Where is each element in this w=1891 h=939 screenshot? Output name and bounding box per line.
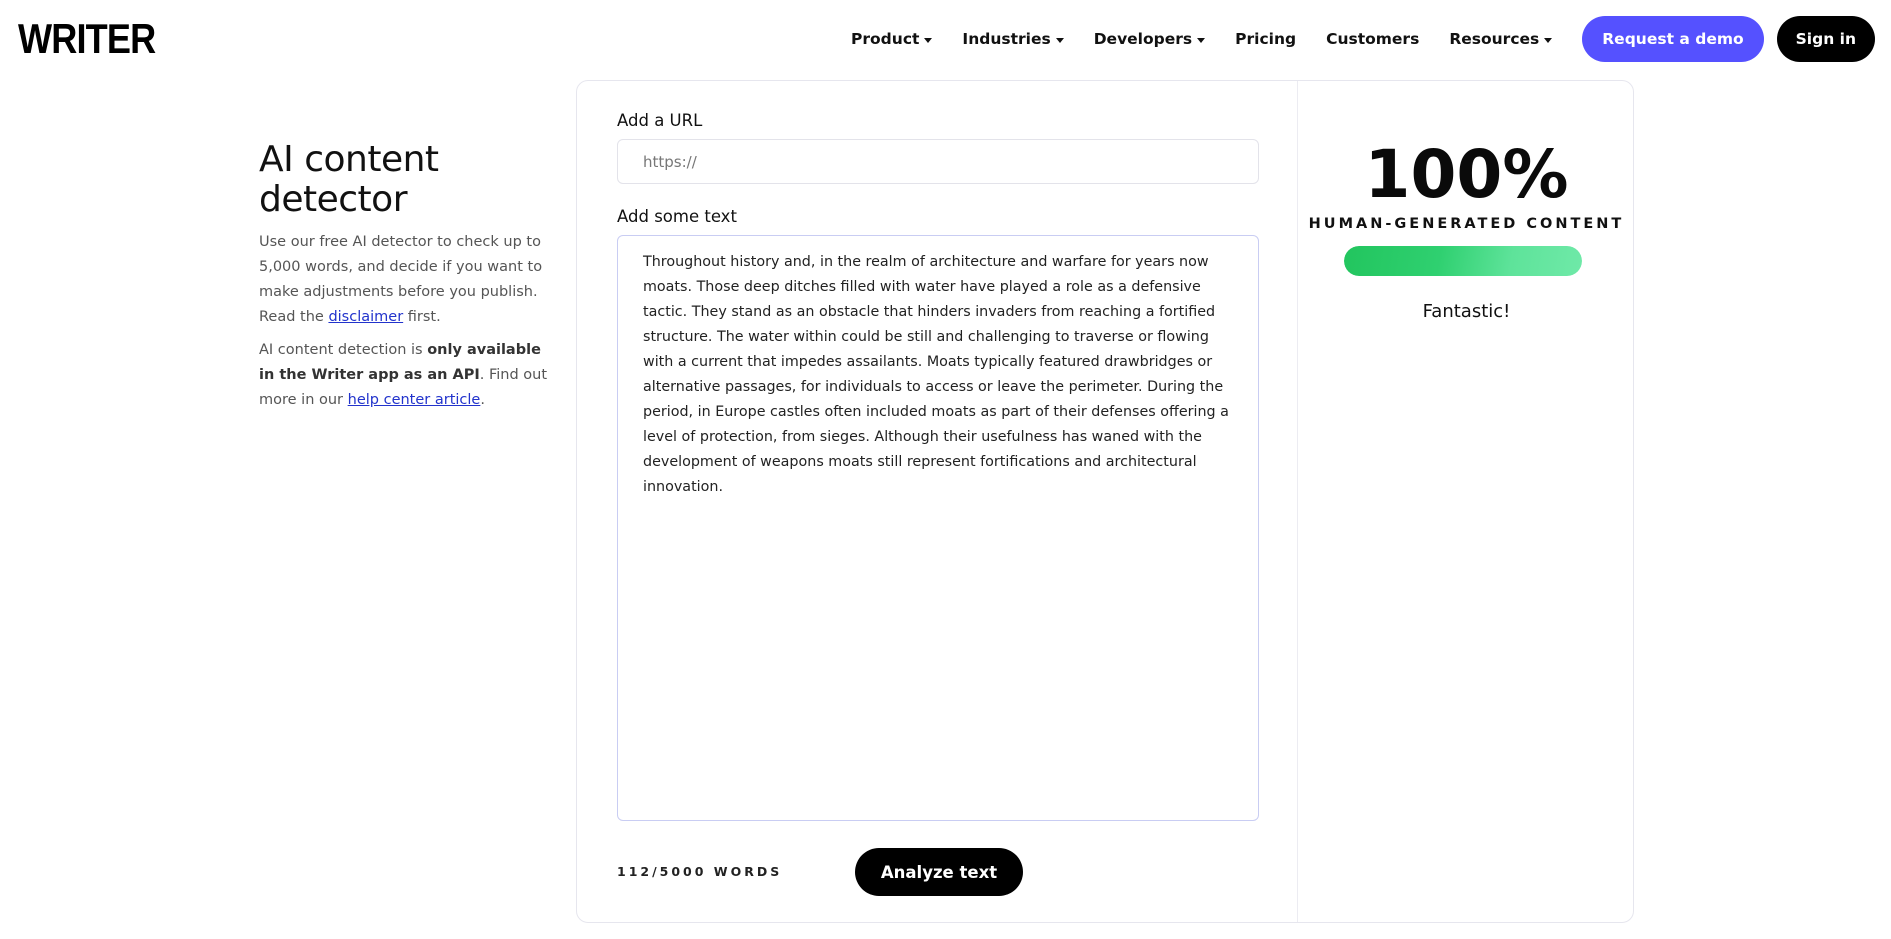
nav-developers-label: Developers — [1093, 30, 1193, 48]
nav-product-label: Product — [851, 30, 920, 48]
request-demo-button[interactable]: Request a demo — [1582, 16, 1764, 62]
nav-customers-label: Customers — [1326, 30, 1420, 48]
nav-developers[interactable]: Developers — [1093, 30, 1206, 48]
intro-text: first. — [403, 309, 441, 325]
score-bar-fill — [1344, 246, 1582, 276]
content-textarea[interactable] — [617, 235, 1259, 821]
writer-logo[interactable]: WRITER — [18, 16, 156, 62]
site-header: WRITER Product Industries Developers Pri… — [0, 0, 1891, 78]
disclaimer-link[interactable]: disclaimer — [328, 309, 403, 325]
url-label: Add a URL — [617, 111, 703, 130]
nav-customers[interactable]: Customers — [1326, 30, 1419, 48]
nav-industries[interactable]: Industries — [962, 30, 1064, 48]
intro-api-note: AI content detection is only available i… — [259, 338, 549, 413]
page-title: AI content detector — [259, 139, 439, 220]
score-percent: 100% — [1364, 136, 1569, 213]
score-label: HUMAN-GENERATED CONTENT — [1308, 216, 1625, 232]
intro-description: Use our free AI detector to check up to … — [259, 230, 549, 330]
intro-text: AI content detection is — [259, 342, 428, 358]
intro-section: AI content detector Use our free AI dete… — [259, 140, 549, 413]
nav-resources-label: Resources — [1449, 30, 1540, 48]
nav-industries-label: Industries — [962, 30, 1051, 48]
word-count: 112/5000 WORDS — [617, 864, 783, 879]
intro-text: . — [480, 392, 485, 408]
text-label: Add some text — [617, 207, 737, 226]
caret-down-icon — [1197, 37, 1206, 43]
result-panel: 100% HUMAN-GENERATED CONTENT Fantastic! — [1298, 81, 1635, 922]
nav-product[interactable]: Product — [851, 30, 933, 48]
caret-down-icon — [1055, 37, 1064, 43]
caret-down-icon — [1544, 37, 1553, 43]
nav-pricing-label: Pricing — [1235, 30, 1297, 48]
detector-card: Add a URL Add some text 112/5000 WORDS A… — [576, 80, 1634, 923]
score-bar — [1344, 246, 1582, 276]
main-nav: Product Industries Developers Pricing Cu… — [851, 16, 1891, 62]
score-verdict: Fantastic! — [1422, 301, 1511, 322]
analyze-text-button[interactable]: Analyze text — [855, 848, 1023, 896]
url-input[interactable] — [617, 139, 1259, 184]
nav-pricing[interactable]: Pricing — [1235, 30, 1296, 48]
help-center-link[interactable]: help center article — [348, 392, 481, 408]
nav-resources[interactable]: Resources — [1449, 30, 1553, 48]
sign-in-button[interactable]: Sign in — [1776, 16, 1875, 62]
caret-down-icon — [924, 37, 933, 43]
